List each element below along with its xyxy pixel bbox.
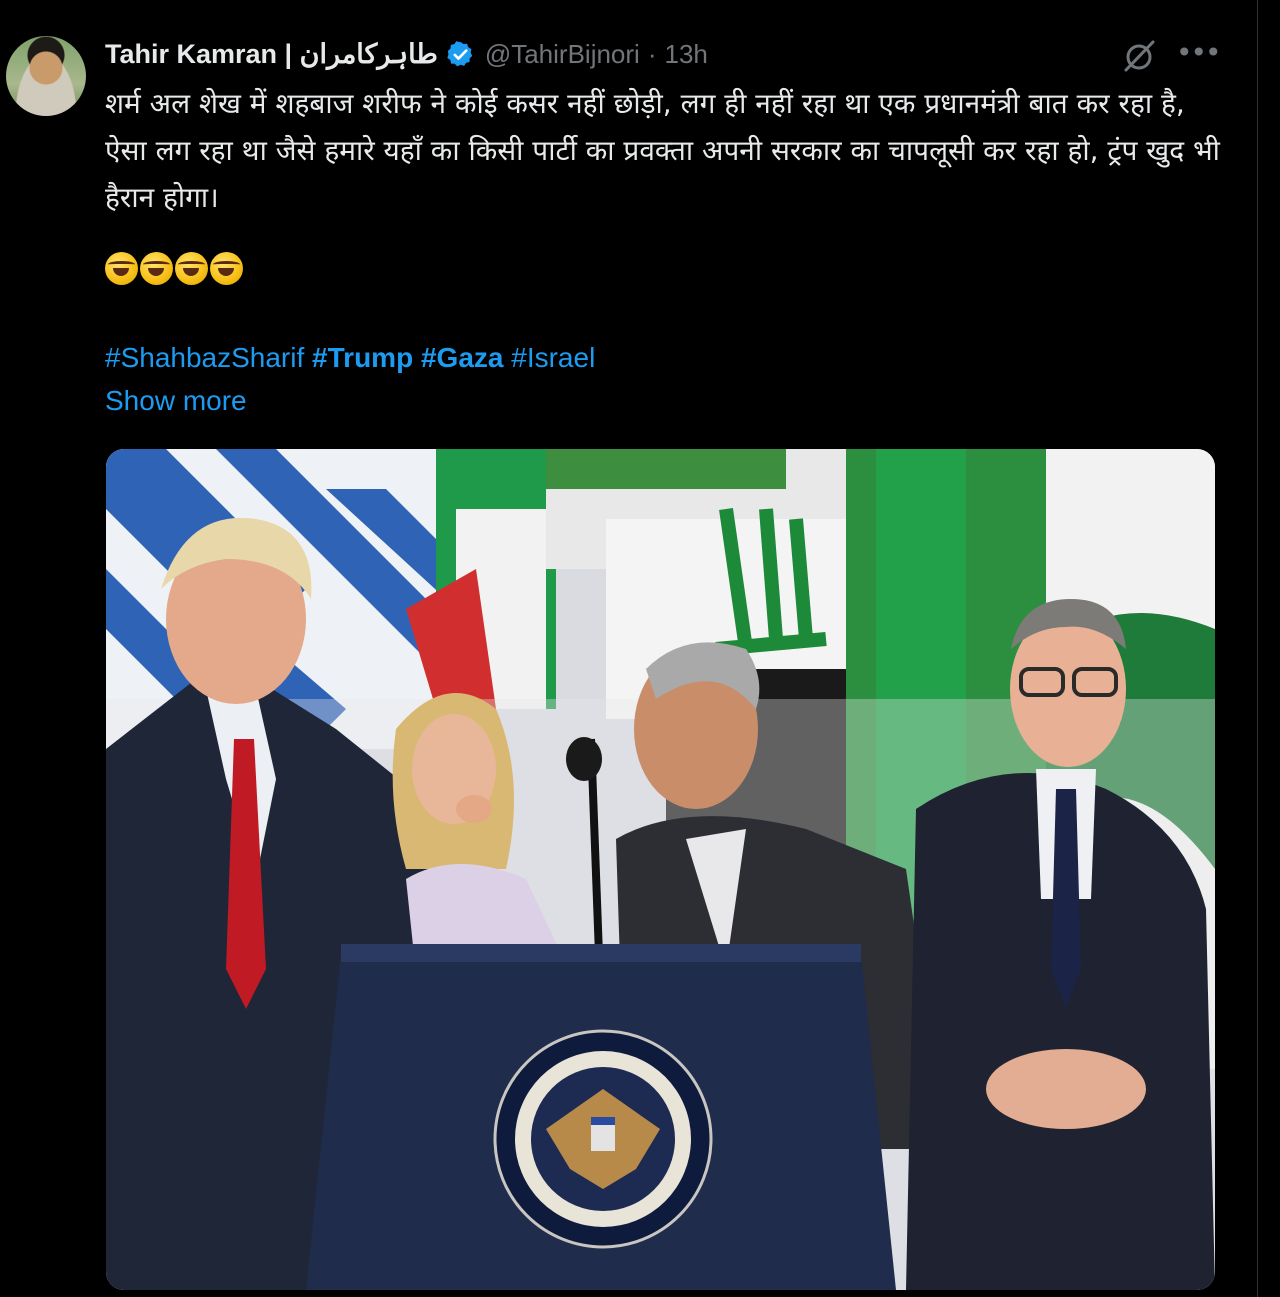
- author-name[interactable]: Tahir Kamran | طاہرکامران: [105, 39, 438, 70]
- hashtag-list: #ShahbazSharif #Trump #Gaza #Israel: [105, 338, 595, 378]
- hashtag-israel[interactable]: #Israel: [511, 342, 595, 373]
- presidential-podium: [306, 944, 896, 1290]
- emoji-row: [105, 252, 243, 285]
- rolling-laughing-emoji-icon: [210, 252, 243, 285]
- hashtag-shahbazsharif[interactable]: #ShahbazSharif: [105, 342, 304, 373]
- hashtag-trump[interactable]: #Trump: [312, 342, 413, 373]
- post-time[interactable]: 13h: [665, 39, 708, 70]
- rolling-laughing-emoji-icon: [140, 252, 173, 285]
- rolling-laughing-emoji-icon: [105, 252, 138, 285]
- author-handle[interactable]: @TahirBijnori: [485, 39, 640, 70]
- show-more-link[interactable]: Show more: [105, 381, 247, 421]
- grok-icon[interactable]: [1120, 38, 1158, 74]
- tweet-header: Tahir Kamran | طاہرکامران @TahirBijnori …: [105, 36, 708, 72]
- tweet-text: शर्म अल शेख में शहबाज शरीफ ने कोई कसर नह…: [105, 87, 1220, 214]
- verified-badge-icon: [446, 40, 475, 69]
- meta-separator: ·: [647, 38, 657, 69]
- hashtag-gaza[interactable]: #Gaza: [421, 342, 504, 373]
- more-options-icon[interactable]: •••: [1176, 38, 1222, 74]
- timeline-border: [1257, 0, 1258, 1297]
- avatar[interactable]: [6, 36, 86, 116]
- rolling-laughing-emoji-icon: [175, 252, 208, 285]
- tweet-media-image[interactable]: [106, 449, 1215, 1290]
